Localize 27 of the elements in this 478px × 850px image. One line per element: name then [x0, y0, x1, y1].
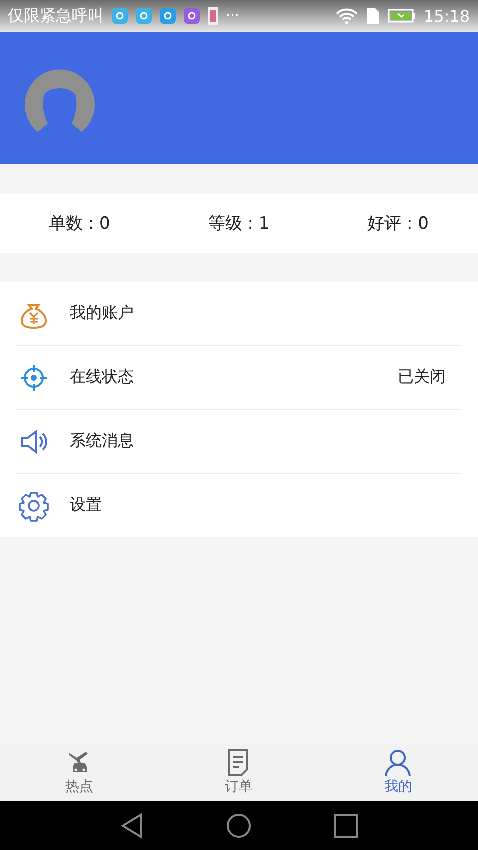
stat-text: 好评 : 0 [368, 213, 429, 235]
notification-icon [160, 8, 176, 24]
notification-icon [112, 8, 128, 24]
stat-text: 等级 : 1 [208, 213, 270, 235]
tab[interactable]: 热点 [50, 743, 110, 801]
person-icon [383, 748, 414, 778]
sim-card-icon [366, 7, 380, 25]
menu-item[interactable]: 我的账户 [16, 282, 462, 346]
clock-text: 15:18 [424, 6, 470, 26]
stat-text: 单数 : 0 [48, 213, 110, 235]
back-icon[interactable] [120, 812, 144, 838]
battery-icon [388, 9, 416, 23]
notification-icon [136, 8, 152, 24]
settings-icon [18, 490, 50, 522]
notification-icon [208, 7, 218, 25]
notification-icon [184, 8, 200, 24]
wifi-icon [336, 8, 358, 24]
tab[interactable]: 订单 [208, 743, 269, 801]
carrier-text: 仅限紧急呼叫 [8, 6, 104, 26]
menu-item[interactable]: 在线状态 已关闭 [16, 346, 462, 410]
tab[interactable]: 我的 [368, 743, 428, 801]
status-value: 已关闭 [398, 367, 446, 388]
menu-item[interactable]: 系统消息 [16, 410, 462, 474]
more-text: ··· [226, 8, 240, 24]
recents-icon[interactable] [334, 814, 358, 838]
menu-item[interactable]: 设置 [16, 474, 462, 537]
home-icon[interactable] [226, 812, 252, 838]
